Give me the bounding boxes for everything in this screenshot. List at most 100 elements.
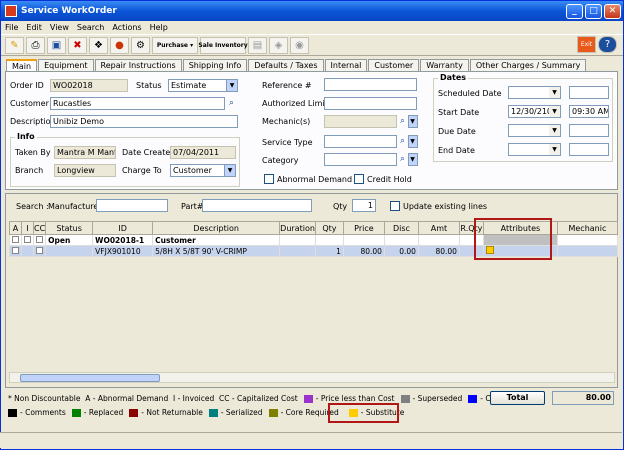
copy-icon[interactable]: ◈ (269, 36, 288, 54)
menu-actions[interactable]: Actions (112, 23, 141, 32)
col-disc[interactable]: Disc (383, 221, 419, 235)
chevron-down-icon: ▼ (224, 165, 235, 176)
col-id[interactable]: ID (92, 221, 154, 235)
total-button[interactable]: Total (490, 391, 545, 405)
scrollbar-thumb[interactable] (20, 374, 160, 382)
col-a[interactable]: A (9, 221, 22, 235)
menu-help[interactable]: Help (150, 23, 168, 32)
grid-horizontal-scrollbar[interactable] (9, 372, 615, 383)
group-icon[interactable]: ❖ (89, 36, 108, 54)
status-bar (0, 432, 622, 448)
refresh-icon[interactable]: ◉ (290, 36, 309, 54)
minimize-button[interactable]: _ (566, 3, 583, 19)
col-cc[interactable]: CC (32, 221, 47, 235)
col-amt[interactable]: Amt (417, 221, 460, 235)
purchase-button[interactable]: Purchase ▾ (152, 36, 198, 54)
category-search-icon[interactable]: ⌕ (397, 153, 408, 165)
a-cell[interactable] (9, 234, 22, 246)
disc-cell[interactable] (383, 234, 419, 246)
part-input[interactable] (202, 199, 312, 212)
col-price[interactable]: Price (342, 221, 385, 235)
service-type-field[interactable] (324, 135, 397, 148)
category-field[interactable] (324, 153, 397, 166)
qty-cell[interactable]: 1 (314, 245, 344, 257)
maximize-button[interactable]: □ (585, 3, 602, 19)
id-cell[interactable]: WO02018-1 (92, 234, 154, 246)
menu-edit[interactable]: Edit (26, 23, 42, 32)
cc-cell[interactable] (32, 234, 47, 246)
customer-search-icon[interactable]: ⌕ (226, 97, 237, 109)
col-description[interactable]: Description (152, 221, 281, 235)
close-button[interactable]: ✕ (604, 3, 621, 19)
amt-cell[interactable] (417, 234, 460, 246)
row-checkbox[interactable] (24, 235, 31, 243)
help-icon[interactable]: ? (598, 36, 617, 53)
due-time-field[interactable] (569, 124, 609, 137)
charge-to-select[interactable]: Customer ▼ (170, 164, 236, 177)
duration-cell[interactable] (279, 234, 316, 246)
disc-cell[interactable]: 0.00 (383, 245, 419, 257)
credit-hold-checkbox[interactable] (354, 174, 364, 184)
update-existing-checkbox[interactable] (390, 201, 400, 211)
price-cell[interactable] (342, 234, 385, 246)
save-icon[interactable]: ▣ (47, 36, 66, 54)
reference-field[interactable] (324, 78, 417, 91)
cc-cell[interactable] (32, 245, 47, 257)
col-status[interactable]: Status (45, 221, 94, 235)
status-select[interactable]: Estimate ▼ (168, 79, 238, 92)
service-type-dropdown[interactable]: ▼ (408, 135, 418, 148)
description-field[interactable]: Unibiz Demo (50, 115, 238, 128)
id-cell[interactable]: VFJX901010 (92, 245, 154, 257)
scheduled-date-field[interactable]: ▼ (508, 86, 561, 99)
settings-icon[interactable]: ⚙ (131, 36, 150, 54)
branch-field: Longview (54, 164, 116, 177)
delete-icon[interactable]: ✖ (68, 36, 87, 54)
category-dropdown[interactable]: ▼ (408, 153, 418, 166)
print-icon[interactable]: ⎙ (26, 36, 45, 54)
status-cell[interactable] (45, 245, 94, 257)
end-time-field[interactable] (569, 143, 609, 156)
mechanics-search-icon[interactable]: ⌕ (397, 115, 408, 127)
col-duration[interactable]: Duration (279, 221, 316, 235)
sale-inventory-button[interactable]: Sale Inventory (198, 36, 248, 54)
description-cell[interactable]: 5/8H X 5/8T 90' V-CRIMP (152, 245, 281, 257)
menu-view[interactable]: View (50, 23, 69, 32)
mechanic-cell[interactable] (556, 245, 618, 257)
amt-cell[interactable]: 80.00 (417, 245, 460, 257)
new-icon[interactable]: ✎ (5, 36, 24, 54)
scheduled-time-field[interactable] (569, 86, 609, 99)
authorized-limit-field[interactable] (324, 97, 417, 110)
col-mechanic[interactable]: Mechanic (556, 221, 618, 235)
manufacturer-input[interactable] (96, 199, 168, 212)
menu-search[interactable]: Search (77, 23, 104, 32)
price-cell[interactable]: 80.00 (342, 245, 385, 257)
report-icon[interactable]: ▤ (248, 36, 267, 54)
users-icon[interactable]: ● (110, 36, 129, 54)
a-cell[interactable] (9, 245, 22, 257)
row-checkbox[interactable] (12, 246, 19, 254)
i-cell[interactable] (21, 245, 34, 257)
exit-icon[interactable]: Exit (577, 36, 596, 53)
start-time-field[interactable]: 09:30 AM (569, 105, 609, 118)
row-checkbox[interactable] (12, 235, 19, 243)
qty-cell[interactable] (314, 234, 344, 246)
row-checkbox[interactable] (36, 246, 43, 254)
abnormal-demand-checkbox[interactable] (264, 174, 274, 184)
start-date-field[interactable]: 12/30/2100 ▼ (508, 105, 561, 118)
row-checkbox[interactable] (36, 235, 43, 243)
title-bar: Service WorkOrder _ □ ✕ (1, 1, 623, 21)
qty-input[interactable]: 1 (352, 199, 376, 212)
col-qty[interactable]: Qty (314, 221, 344, 235)
end-date-field[interactable]: ▼ (508, 143, 561, 156)
mechanic-cell[interactable] (556, 234, 618, 246)
due-date-field[interactable]: ▼ (508, 124, 561, 137)
service-type-search-icon[interactable]: ⌕ (397, 135, 408, 147)
mechanics-dropdown[interactable]: ▼ (408, 115, 418, 128)
col-i[interactable]: I (21, 221, 34, 235)
menu-file[interactable]: File (5, 23, 18, 32)
duration-cell[interactable] (279, 245, 316, 257)
description-cell[interactable]: Customer (152, 234, 281, 246)
status-cell[interactable]: Open (45, 234, 94, 246)
customer-field[interactable]: Rucastles (50, 97, 225, 110)
i-cell[interactable] (21, 234, 34, 246)
